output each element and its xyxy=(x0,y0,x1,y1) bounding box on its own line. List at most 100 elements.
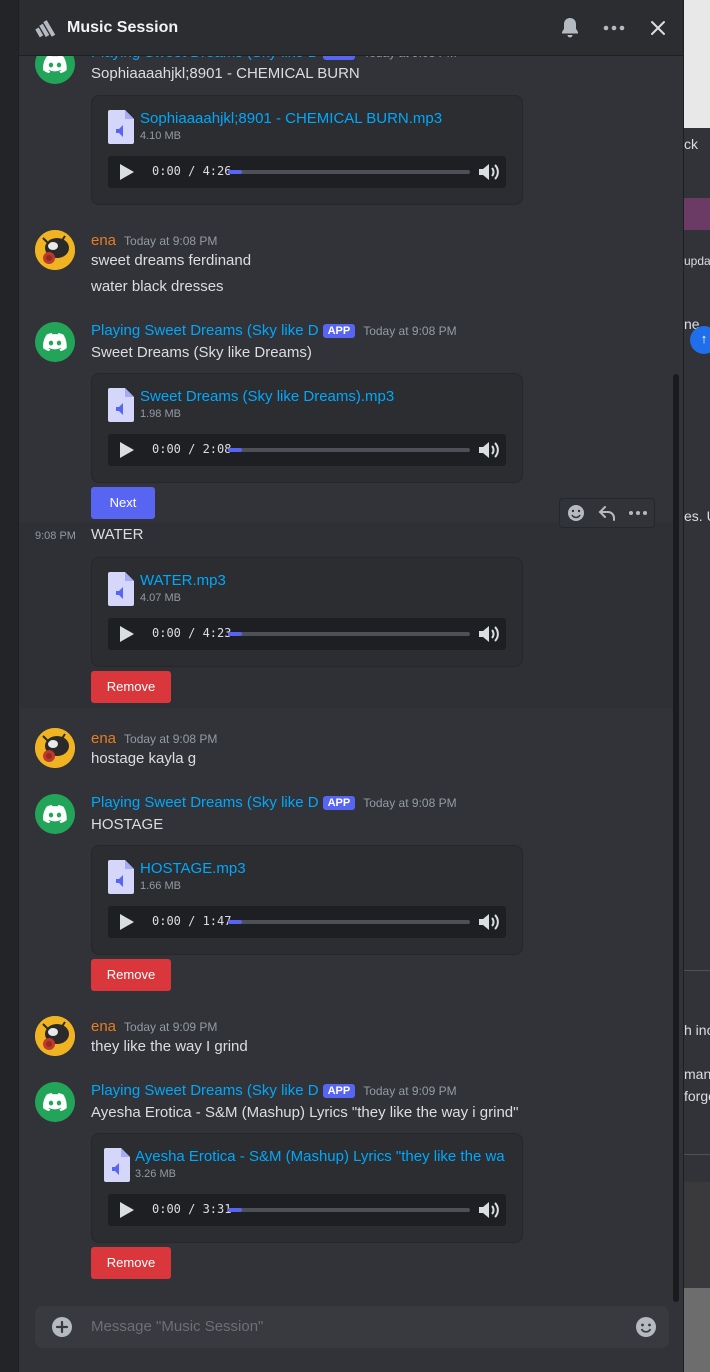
app-logo-icon xyxy=(33,15,59,41)
message-header: Playing Sweet Dreams (Sky like D APP Tod… xyxy=(91,794,457,811)
playback-time: 0:00 / 4:23 xyxy=(152,626,232,640)
avatar[interactable] xyxy=(35,794,75,834)
close-icon[interactable] xyxy=(645,15,671,41)
play-icon[interactable] xyxy=(116,440,136,460)
file-link[interactable]: Ayesha Erotica - S&M (Mashup) Lyrics "th… xyxy=(135,1148,505,1165)
message-text: sweet dreams ferdinand xyxy=(91,252,252,269)
background-banner xyxy=(684,198,710,230)
background-image xyxy=(684,1288,710,1372)
volume-icon[interactable] xyxy=(478,912,500,932)
discord-icon xyxy=(43,805,67,823)
file-size: 1.66 MB xyxy=(140,880,181,892)
file-audio-icon xyxy=(108,110,134,144)
reaction-icon[interactable] xyxy=(566,503,586,523)
author-name[interactable]: Playing Sweet Dreams (Sky like D xyxy=(91,322,319,339)
audio-attachment: Ayesha Erotica - S&M (Mashup) Lyrics "th… xyxy=(91,1133,523,1243)
discord-icon xyxy=(43,333,67,351)
music-session-popout: Music Session Playing Sweet Dreams (Sky … xyxy=(18,0,684,1372)
author-name[interactable]: Playing Sweet Dreams (Sky like D xyxy=(91,1082,319,1099)
file-audio-icon xyxy=(108,572,134,606)
background-fragment: h inc xyxy=(684,1022,710,1038)
message-text: HOSTAGE xyxy=(91,816,164,833)
progress-bar[interactable] xyxy=(228,1208,470,1212)
progress-bar[interactable] xyxy=(228,632,470,636)
timestamp: Today at 9:09 PM xyxy=(124,1020,218,1034)
scrollbar[interactable] xyxy=(673,374,679,1302)
app-tag: APP xyxy=(322,324,356,338)
play-icon[interactable] xyxy=(116,1200,136,1220)
reply-icon[interactable] xyxy=(597,503,617,523)
volume-icon[interactable] xyxy=(478,440,500,460)
side-timestamp: 9:08 PM xyxy=(35,530,76,542)
title-actions xyxy=(557,15,671,41)
emoji-icon[interactable] xyxy=(635,1316,657,1338)
author-name[interactable]: ena xyxy=(91,232,116,249)
plus-icon[interactable] xyxy=(51,1316,73,1338)
message-text: Sweet Dreams (Sky like Dreams) xyxy=(91,344,312,361)
file-audio-icon xyxy=(104,1148,130,1182)
title-bar: Music Session xyxy=(19,0,683,56)
message-header: ena Today at 9:08 PM xyxy=(91,730,217,747)
avatar[interactable] xyxy=(35,1016,75,1056)
message-text: water black dresses xyxy=(91,278,224,295)
app-tag: APP xyxy=(322,1084,356,1098)
progress-bar[interactable] xyxy=(228,170,470,174)
background-fragment: es. U xyxy=(684,508,710,524)
more-icon[interactable] xyxy=(628,510,648,516)
message-input[interactable]: Message "Music Session" xyxy=(91,1318,263,1335)
author-name[interactable]: ena xyxy=(91,730,116,747)
avatar[interactable] xyxy=(35,230,75,270)
message-text: Sophiaaaahjkl;8901 - CHEMICAL BURN xyxy=(91,65,360,82)
background-divider xyxy=(684,1154,710,1155)
progress-bar[interactable] xyxy=(228,920,470,924)
volume-icon[interactable] xyxy=(478,624,500,644)
avatar[interactable] xyxy=(35,1082,75,1122)
remove-button[interactable]: Remove xyxy=(91,671,171,703)
progress-bar[interactable] xyxy=(228,448,470,452)
volume-icon[interactable] xyxy=(478,1200,500,1220)
play-icon[interactable] xyxy=(116,912,136,932)
file-size: 1.98 MB xyxy=(140,408,181,420)
avatar[interactable] xyxy=(35,728,75,768)
message-header: Playing Sweet Dreams (Sky like D APP Tod… xyxy=(91,1082,457,1099)
file-link[interactable]: Sweet Dreams (Sky like Dreams).mp3 xyxy=(140,388,394,405)
file-link[interactable]: HOSTAGE.mp3 xyxy=(140,860,246,877)
background-left-strip xyxy=(0,0,18,1372)
message-text: hostage kayla g xyxy=(91,750,197,767)
audio-player: 0:00 / 3:31 xyxy=(108,1194,506,1226)
background-right-top xyxy=(684,0,710,128)
remove-button[interactable]: Remove xyxy=(91,959,171,991)
play-icon[interactable] xyxy=(116,162,136,182)
background-fragment: manc xyxy=(684,1066,710,1082)
bell-icon[interactable] xyxy=(557,15,583,41)
message-text: WATER xyxy=(91,526,144,543)
message-composer[interactable]: Message "Music Session" xyxy=(35,1306,669,1348)
play-icon[interactable] xyxy=(116,624,136,644)
file-link[interactable]: Sophiaaaahjkl;8901 - CHEMICAL BURN.mp3 xyxy=(140,110,442,127)
message-header: ena Today at 9:09 PM xyxy=(91,1018,217,1035)
next-button[interactable]: Next xyxy=(91,487,155,519)
message-toolbar xyxy=(559,498,655,528)
volume-icon[interactable] xyxy=(478,162,500,182)
remove-button[interactable]: Remove xyxy=(91,1247,171,1279)
background-divider xyxy=(684,970,710,971)
message-header: ena Today at 9:08 PM xyxy=(91,232,217,249)
author-name[interactable]: Playing Sweet Dreams (Sky like D xyxy=(91,794,319,811)
playback-time: 0:00 / 1:47 xyxy=(152,914,232,928)
playback-time: 0:00 / 2:08 xyxy=(152,442,232,456)
file-link[interactable]: WATER.mp3 xyxy=(140,572,226,589)
author-name[interactable]: ena xyxy=(91,1018,116,1035)
more-icon[interactable] xyxy=(601,15,627,41)
audio-attachment: WATER.mp3 4.07 MB 0:00 / 4:23 xyxy=(91,557,523,667)
avatar[interactable] xyxy=(35,322,75,362)
timestamp: Today at 9:08 PM xyxy=(363,796,457,810)
file-audio-icon xyxy=(108,388,134,422)
background-fragment: updat xyxy=(684,254,710,268)
playback-time: 0:00 / 4:26 xyxy=(152,164,232,178)
discord-icon xyxy=(43,55,67,73)
timestamp: Today at 9:08 PM xyxy=(124,234,218,248)
app-tag: APP xyxy=(322,796,356,810)
file-size: 4.07 MB xyxy=(140,592,181,604)
audio-player: 0:00 / 4:26 xyxy=(108,156,506,188)
audio-player: 0:00 / 4:23 xyxy=(108,618,506,650)
